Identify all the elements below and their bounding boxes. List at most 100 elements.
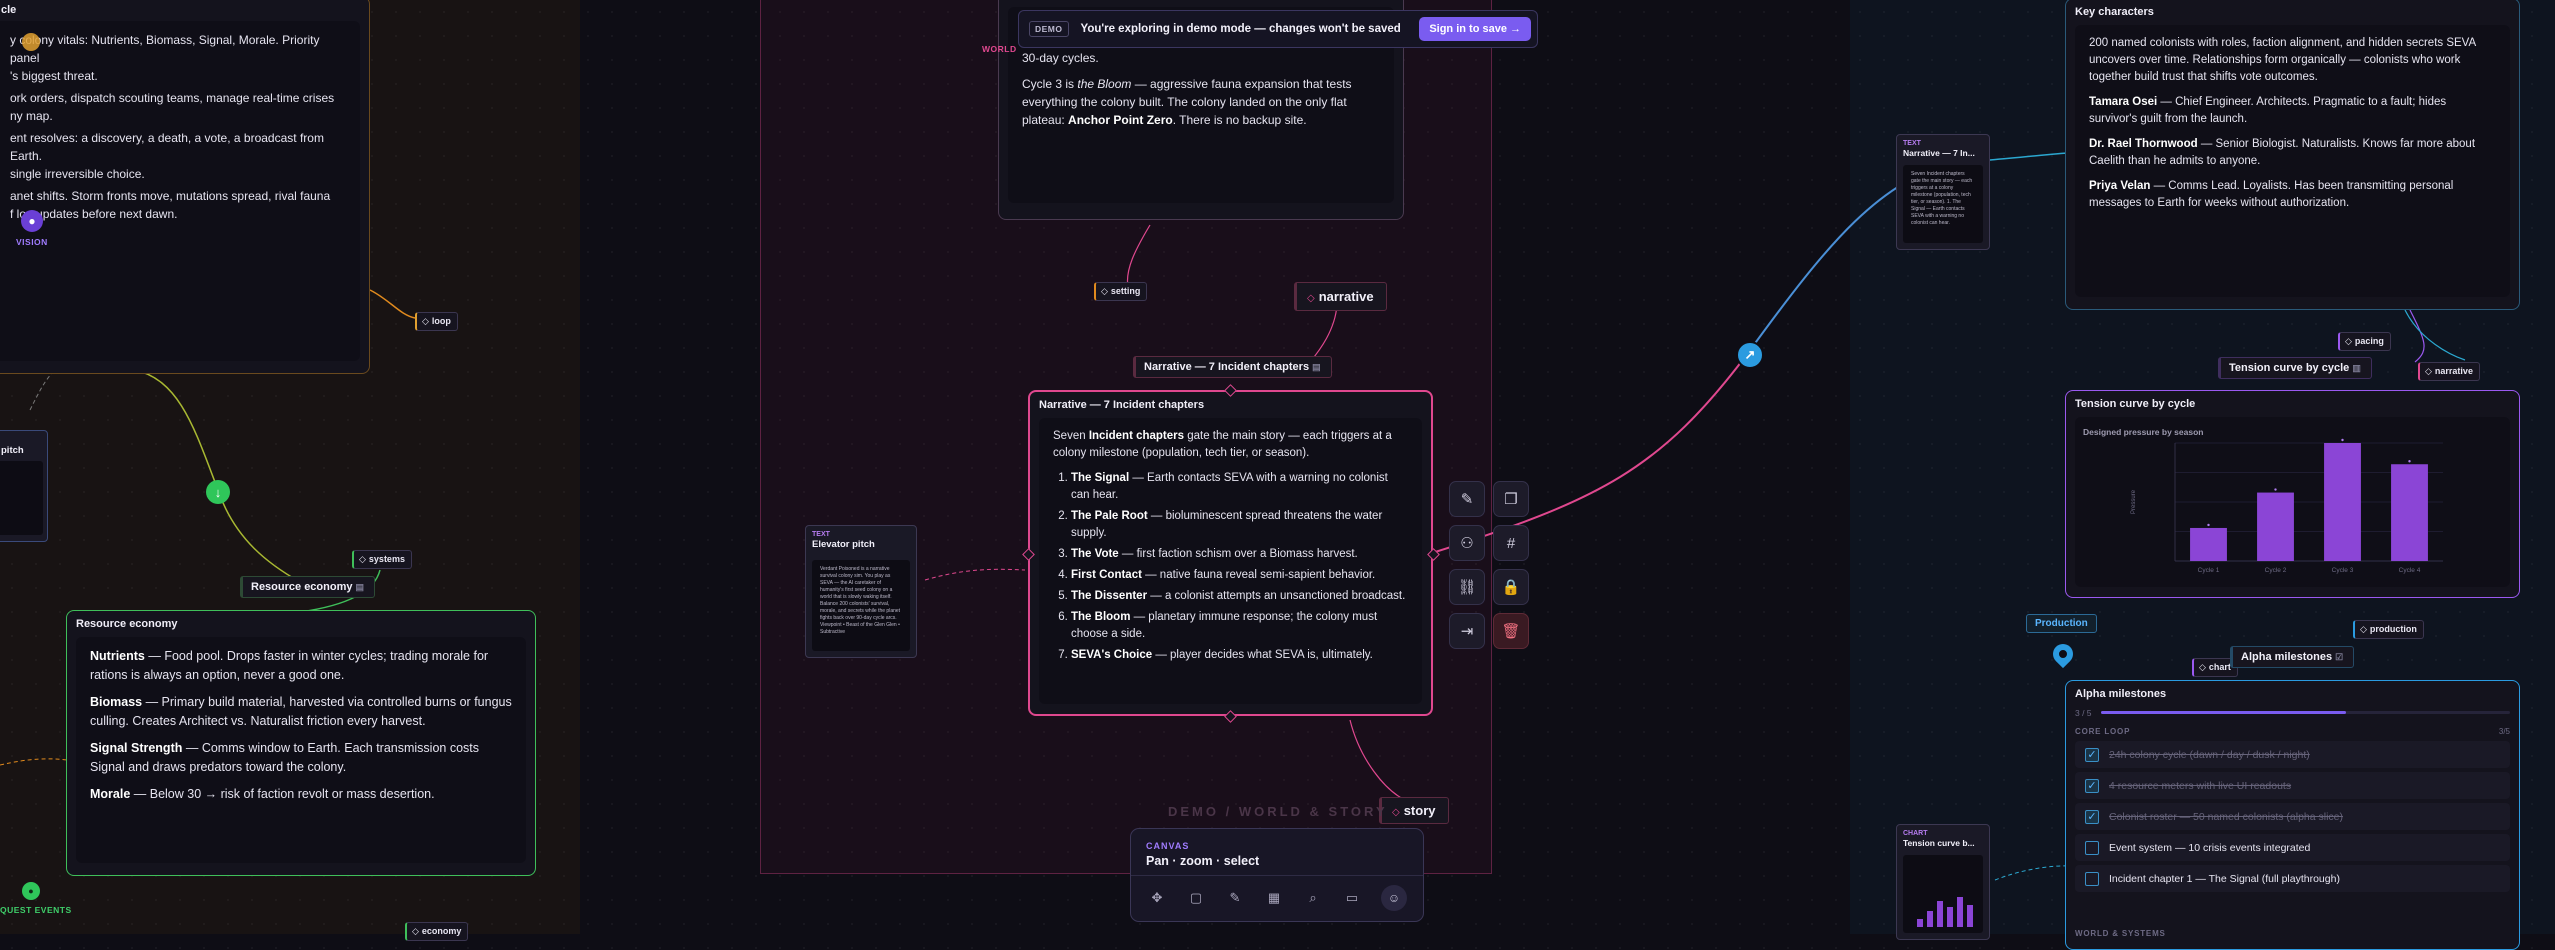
tag-story-big[interactable]: ◇ story (1379, 797, 1449, 824)
duplicate-button[interactable]: ❐ (1493, 481, 1529, 517)
resource-text: — Primary build material, harvested via … (90, 695, 512, 728)
header-narrative-chapters[interactable]: Narrative — 7 Incident chapters ▤ (1133, 356, 1332, 378)
lock-icon: 🔒 (1501, 579, 1521, 596)
tag-production-label: production (2369, 624, 2417, 634)
calendar-tool[interactable]: ▦ (1263, 887, 1285, 909)
checkbox-checked-icon[interactable]: ✓ (2085, 778, 2099, 793)
chapter-item: The Signal — Earth contacts SEVA with a … (1071, 470, 1408, 504)
milestone-item[interactable]: Event system — 10 crisis events integrat… (2075, 834, 2510, 861)
tag-pacing[interactable]: ◇ pacing (2338, 332, 2391, 351)
loop-line-1: y colony vitals: Nutrients, Biomass, Sig… (10, 33, 320, 65)
resource-item-2: Biomass — Primary build material, harves… (90, 693, 512, 731)
quest-events-pin[interactable]: ● (22, 882, 40, 900)
tension-bar-chart: Pressure Cycle 1 Cycle 2 Cycle 3 Cycle 4 (2131, 438, 2443, 574)
chart-mini-card[interactable]: CHART Tension curve b... (1896, 824, 1990, 940)
resource-text: — Below 30 → risk of faction revolt or m… (130, 787, 435, 801)
tag-setting-label: setting (1110, 286, 1141, 296)
tag-systems[interactable]: ◇ systems (352, 550, 412, 569)
link-arrow-node[interactable]: ↗ (1736, 341, 1764, 369)
world-em: the Bloom (1077, 77, 1132, 91)
tag-economy[interactable]: ◇ economy (405, 922, 469, 941)
search-tool[interactable]: ⌕ (1302, 887, 1324, 909)
header-alpha-milestones[interactable]: Alpha milestones ☑ (2230, 646, 2355, 668)
export-button[interactable]: ⇥ (1449, 613, 1485, 649)
pen-icon: ✎ (1229, 890, 1241, 905)
loop-line-6: single irreversible choice. (10, 167, 145, 181)
rectangle-tool[interactable]: ▢ (1185, 887, 1207, 909)
orange-pin[interactable] (22, 33, 40, 51)
mini-bar (1927, 911, 1933, 927)
edit-button[interactable]: ✎ (1449, 481, 1485, 517)
lightbulb-icon: ● (28, 214, 36, 228)
tag-production[interactable]: ◇ production (2353, 620, 2424, 639)
tag-icon: ◇ (2425, 366, 2432, 376)
connector-dashed-2 (0, 758, 68, 766)
move-tool[interactable]: ✥ (1146, 887, 1168, 909)
tag-narrative-big[interactable]: ◇ narrative (1294, 282, 1387, 311)
chapter-item: SEVA's Choice — player decides what SEVA… (1071, 647, 1408, 664)
chapter-name: The Dissenter (1071, 590, 1148, 602)
link-icon: ⛓ (1457, 579, 1477, 596)
narrative-mini-card[interactable]: TEXT Narrative — 7 In... Seven Incident … (1896, 134, 1990, 250)
connector-setting (1126, 224, 1151, 288)
resource-economy-card[interactable]: Resource economy Nutrients — Food pool. … (66, 610, 536, 876)
checkbox-checked-icon[interactable]: ✓ (2085, 809, 2099, 824)
chapter-name: The Pale Root (1071, 510, 1148, 522)
assign-button[interactable]: ⚇ (1449, 525, 1485, 561)
chart-y-label: Pressure (2131, 489, 2137, 514)
chart-x-tick-label: Cycle 1 (2198, 567, 2220, 574)
checkbox-empty-icon[interactable] (2085, 871, 2099, 886)
chapter-item: First Contact — native fauna reveal semi… (1071, 567, 1408, 584)
chapter-name: The Bloom (1071, 611, 1131, 623)
header-resource-economy[interactable]: Resource economy ▤ (240, 576, 376, 598)
header-tension-curve[interactable]: Tension curve by cycle ▥ (2218, 357, 2372, 379)
alpha-milestones-card[interactable]: Alpha milestones 3 / 5 CORE LOOP 3/5 ✓ 24… (2065, 680, 2520, 950)
tag-loop[interactable]: ◇ loop (415, 312, 458, 331)
tag-button[interactable]: # (1493, 525, 1529, 561)
key-characters-card[interactable]: Key characters 200 named colonists with … (2065, 0, 2520, 310)
chapter-name: SEVA's Choice (1071, 649, 1153, 661)
chart-bar-3 (2324, 443, 2361, 561)
world-text: . There is no backup site. (1172, 113, 1307, 127)
down-arrow-node[interactable]: ↓ (206, 480, 230, 504)
move-icon: ✥ (1151, 890, 1163, 905)
milestones-progress-track (2101, 711, 2510, 714)
connector-pacing (2409, 309, 2425, 363)
quest-events-label: QUEST EVENTS (0, 905, 72, 915)
lock-button[interactable]: 🔒 (1493, 569, 1529, 605)
tension-curve-card[interactable]: Tension curve by cycle Designed pressure… (2065, 390, 2520, 598)
toolbar-mode: Pan · zoom · select (1146, 854, 1260, 868)
elevator-pitch-card[interactable]: TEXT Elevator pitch Verdant Poisoned is … (805, 525, 917, 658)
tag-narrative-small[interactable]: ◇ narrative (2418, 362, 2480, 381)
exit-icon: ⇥ (1460, 623, 1474, 640)
tag-chart-label: chart (2208, 662, 2231, 672)
pen-tool[interactable]: ✎ (1224, 887, 1246, 909)
toolbar-kicker: CANVAS (1146, 841, 1190, 851)
checkbox-checked-icon[interactable]: ✓ (2085, 747, 2099, 762)
chapter-item: The Pale Root — bioluminescent spread th… (1071, 508, 1408, 542)
checkbox-empty-icon[interactable] (2085, 840, 2099, 855)
left-pitch-mini-card[interactable]: pitch (0, 430, 48, 542)
milestone-item[interactable]: ✓ 24h colony cycle (dawn / day / dusk / n… (2075, 741, 2510, 768)
chapter-item: The Bloom — planetary immune response; t… (1071, 609, 1408, 643)
tag-setting[interactable]: ◇ setting (1094, 282, 1148, 301)
link-button[interactable]: ⛓ (1449, 569, 1485, 605)
sign-in-button[interactable]: Sign in to save → (1419, 17, 1531, 41)
comment-tool[interactable]: ▭ (1341, 887, 1363, 909)
milestone-item[interactable]: Incident chapter 1 — The Signal (full pl… (2075, 865, 2510, 892)
milestone-item[interactable]: ✓ Colonist roster — 50 named colonists (a… (2075, 803, 2510, 830)
connector-narrative (1309, 304, 1338, 363)
vision-pin[interactable]: ● (21, 210, 43, 232)
elevator-pitch-kind: TEXT (812, 531, 830, 538)
core-loop-card[interactable]: cle y colony vitals: Nutrients, Biomass,… (0, 0, 370, 374)
flag-icon: ● (28, 886, 34, 896)
production-pin-label[interactable]: Production (2026, 614, 2097, 633)
connector-story (1349, 719, 1406, 801)
user-tool[interactable]: ☺ (1381, 885, 1407, 911)
narrative-chapters-card[interactable]: Narrative — 7 Incident chapters Seven In… (1028, 390, 1433, 716)
milestone-item[interactable]: ✓ 4 resource meters with live UI readouts (2075, 772, 2510, 799)
core-loop-card-body: y colony vitals: Nutrients, Biomass, Sig… (0, 21, 360, 361)
delete-button[interactable]: 🗑 (1493, 613, 1529, 649)
milestone-label: 4 resource meters with live UI readouts (2109, 779, 2292, 792)
toolbar-divider (1131, 875, 1423, 876)
